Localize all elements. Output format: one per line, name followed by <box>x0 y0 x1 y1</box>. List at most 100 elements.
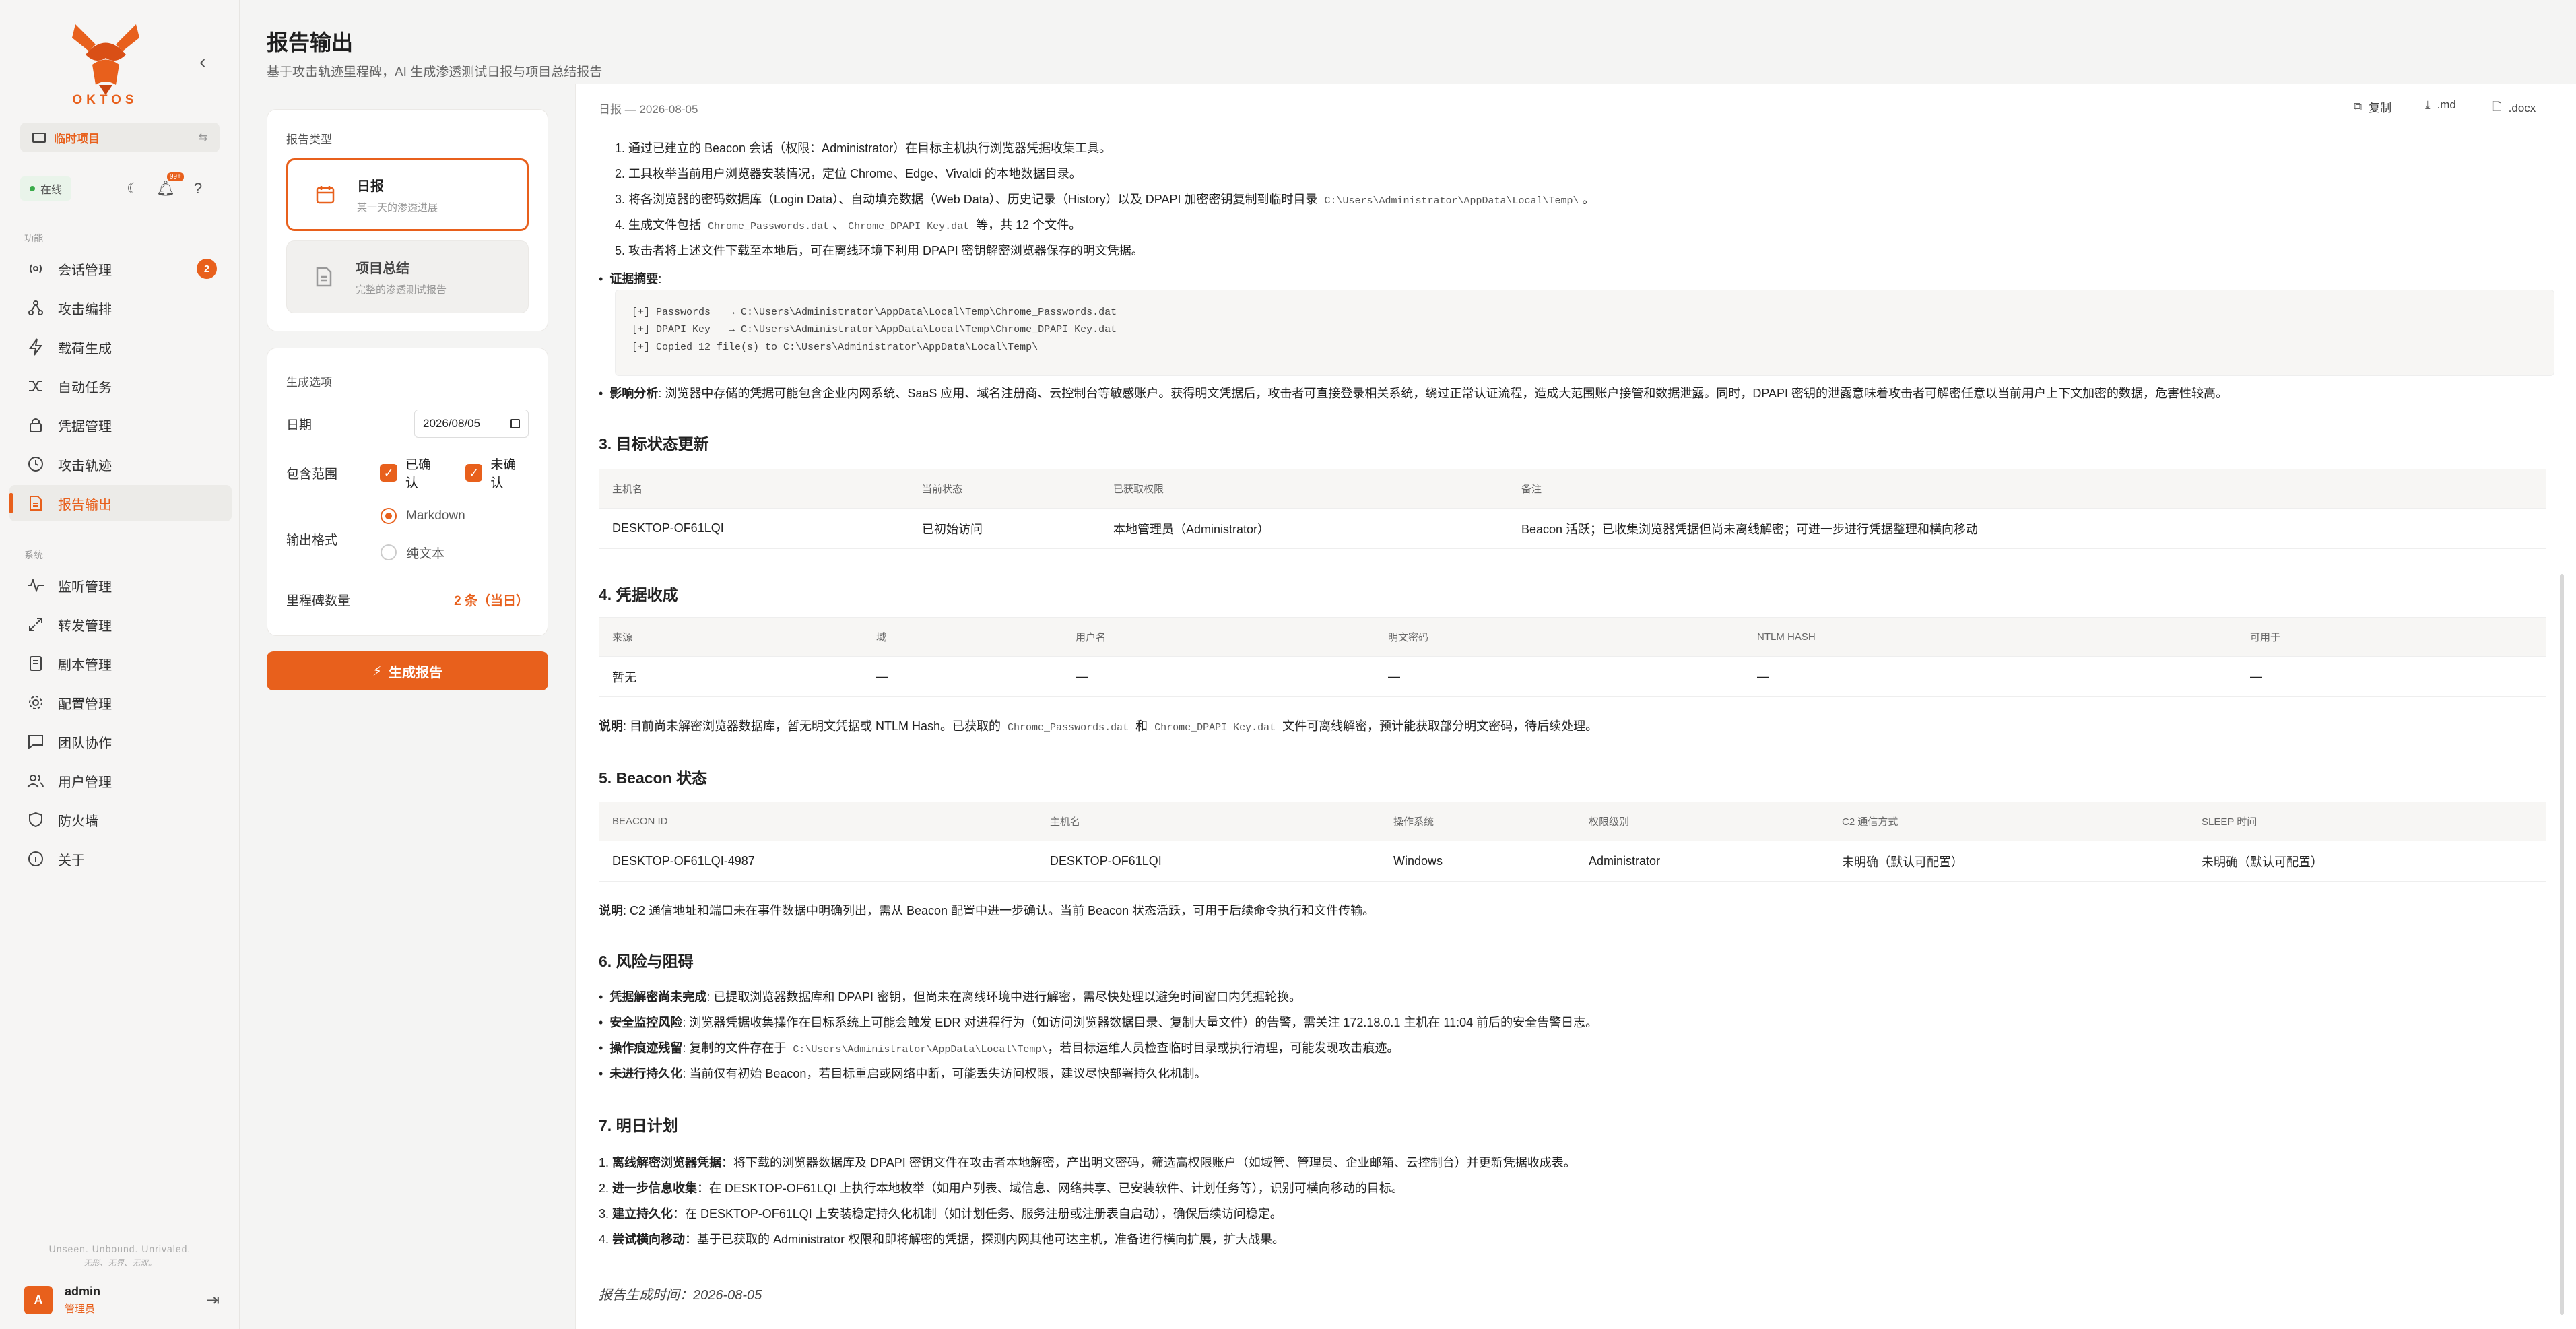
scope-label: 包含范围 <box>286 467 338 482</box>
table-cell: DESKTOP-OF61LQI <box>1036 841 1380 882</box>
shield-icon <box>24 810 47 830</box>
plan-number: 3. <box>599 1207 609 1221</box>
nav-forwarding[interactable]: 转发管理 <box>9 606 232 643</box>
risk-text-end: ，若目标运维人员检查临时目录或执行清理，可能发现攻击痕迹。 <box>1047 1041 1399 1055</box>
radio-icon <box>381 544 397 560</box>
nav-about[interactable]: 关于 <box>9 841 232 877</box>
table-cell: Administrator <box>1575 841 1828 882</box>
report-type-daily[interactable]: 日报 某一天的渗透进展 <box>286 158 529 231</box>
step-3-end: 。 <box>1582 193 1595 206</box>
project-selector[interactable]: 临时项目 ⇆ <box>20 123 220 152</box>
nav-attack-trace[interactable]: 攻击轨迹 <box>9 446 232 482</box>
scope-unconfirmed-checkbox[interactable]: ✓ 未确认 <box>465 455 529 491</box>
document-icon: 🗋︎ <box>2492 100 2502 113</box>
nav-payload[interactable]: 载荷生成 <box>9 329 232 365</box>
scope-confirmed-checkbox[interactable]: ✓ 已确认 <box>380 455 443 491</box>
step-2: 2. 工具枚举当前用户浏览器安装情况，定位 Chrome、Edge、Vivald… <box>615 167 1082 181</box>
table-header: NTLM HASH <box>1744 617 2237 657</box>
sessions-badge: 2 <box>197 259 217 279</box>
report-type-label: 报告类型 <box>286 133 332 146</box>
clock-icon <box>24 454 47 474</box>
nav-label: 关于 <box>58 853 85 868</box>
help-icon[interactable]: ? <box>189 179 207 198</box>
nav-label: 凭据管理 <box>58 419 112 434</box>
nav-sessions[interactable]: 会话管理 2 <box>9 251 232 287</box>
format-markdown-radio[interactable]: Markdown <box>381 503 465 529</box>
risk-title: 操作痕迹残留 <box>609 1041 683 1055</box>
download-md-button[interactable]: ⤓ .md <box>2425 98 2456 112</box>
download-docx-button[interactable]: 🗋︎ .docx <box>2492 98 2536 118</box>
bolt-icon: ⚡︎ <box>372 663 383 679</box>
plan-title: 离线解密浏览器凭据 <box>612 1156 722 1169</box>
page-subtitle: 基于攻击轨迹里程碑，AI 生成渗透测试日报与项目总结报告 <box>267 65 603 79</box>
calendar-picker-icon <box>510 419 520 428</box>
copy-button[interactable]: ⧉ 复制 <box>2354 98 2391 115</box>
section-7-title: 7. 明日计划 <box>599 1117 678 1134</box>
moon-icon[interactable]: ☾ <box>124 179 143 198</box>
gen-options-panel: 生成选项 日期 2026/08/05 包含范围 ✓ 已确认 ✓ 未确认 输出格式… <box>267 348 548 636</box>
table-cell: — <box>863 656 1062 697</box>
nav-auto-tasks[interactable]: 自动任务 <box>9 368 232 404</box>
table-cell: Windows <box>1380 841 1575 882</box>
logout-icon[interactable]: ⇥ <box>206 1291 220 1310</box>
nav-report-output[interactable]: 报告输出 <box>9 485 232 521</box>
nav-firewall[interactable]: 防火墙 <box>9 802 232 838</box>
nav-label: 防火墙 <box>58 814 98 829</box>
table-header: 域 <box>863 617 1062 657</box>
step-1: 1. 通过已建立的 Beacon 会话（权限：Administrator）在目标… <box>615 141 1112 155</box>
milestone-row: 里程碑数量 2 条（当日） <box>286 588 529 611</box>
plan-text: ：在 DESKTOP-OF61LQI 上执行本地枚举（如用户列表、域信息、网络共… <box>697 1181 1403 1195</box>
nav-playbooks[interactable]: 剧本管理 <box>9 645 232 682</box>
generate-report-button[interactable]: ⚡︎ 生成报告 <box>267 651 548 690</box>
plan-title: 进一步信息收集 <box>612 1181 698 1195</box>
users-icon <box>24 771 47 791</box>
code-line: [+] DPAPI Key → C:\Users\Administrator\A… <box>632 324 1117 335</box>
report-preview: 日报 — 2026-08-05 ⧉ 复制 ⤓ .md 🗋︎ .docx 1. 通过已建… <box>575 84 2576 1329</box>
inline-code: Chrome_DPAPI Key.dat <box>1154 722 1276 734</box>
report-type-title: 日报 <box>357 179 384 194</box>
date-input[interactable]: 2026/08/05 <box>414 410 529 438</box>
risk-title: 凭据解密尚未完成 <box>609 990 707 1004</box>
scrollbar-thumb[interactable] <box>2560 574 2564 1315</box>
nav-attack-orchestration[interactable]: 攻击编排 <box>9 290 232 326</box>
calendar-icon <box>315 183 335 206</box>
risk-title: 未进行持久化 <box>609 1067 683 1080</box>
code-line: [+] Copied 12 file(s) to C:\Users\Admini… <box>632 342 1038 353</box>
pulse-icon <box>24 575 47 595</box>
table-header: 权限级别 <box>1575 802 1828 841</box>
report-toolbar: 日报 — 2026-08-05 ⧉ 复制 ⤓ .md 🗋︎ .docx <box>576 84 2576 133</box>
copy-label: 复制 <box>2369 102 2392 115</box>
risk-item: • 安全监控风险: 浏览器凭据收集操作在目标系统上可能会触发 EDR 对进程行为… <box>599 1016 1598 1029</box>
risk-text: : 已提取浏览器数据库和 DPAPI 密钥，但尚未在离线环境中进行解密，需尽快处… <box>706 990 1301 1004</box>
inline-code: Chrome_Passwords.dat <box>708 221 830 232</box>
collapse-sidebar-button[interactable]: ‹ <box>199 51 205 73</box>
monitor-icon <box>32 132 46 143</box>
bell-icon[interactable]: 🔔︎ <box>156 179 175 198</box>
table-cell: 未明确（默认可配置） <box>2188 841 2546 882</box>
graph-icon <box>24 298 47 318</box>
nav-config[interactable]: 配置管理 <box>9 684 232 721</box>
nav-credentials[interactable]: 凭据管理 <box>9 407 232 443</box>
nav-listeners[interactable]: 监听管理 <box>9 567 232 604</box>
section-3-title: 3. 目标状态更新 <box>599 435 709 453</box>
table-header: 主机名 <box>599 469 909 509</box>
format-row: 输出格式 Markdown 纯文本 <box>286 503 529 577</box>
section-6-title: 6. 风险与阻碍 <box>599 952 694 970</box>
nav-users[interactable]: 用户管理 <box>9 763 232 799</box>
expand-icon <box>24 614 47 635</box>
plan-item: 1. 离线解密浏览器凭据：将下载的浏览器数据库及 DPAPI 密钥文件在攻击者本… <box>599 1153 1576 1171</box>
copy-icon: ⧉ <box>2354 100 2363 113</box>
download-icon: ⤓ <box>2425 98 2431 111</box>
table-header: 来源 <box>599 617 863 657</box>
table-header: BEACON ID <box>599 802 1036 841</box>
note-label: 说明 <box>599 719 623 733</box>
table-row: 暂无 — — — — — <box>599 656 2546 697</box>
book-icon <box>24 653 47 674</box>
project-name: 临时项目 <box>54 132 100 145</box>
report-type-summary[interactable]: 项目总结 完整的渗透测试报告 <box>286 240 529 313</box>
table-cell: — <box>1062 656 1375 697</box>
nav-team[interactable]: 团队协作 <box>9 723 232 760</box>
code-line: [+] Passwords → C:\Users\Administrator\A… <box>632 306 1117 318</box>
format-text-radio[interactable]: 纯文本 <box>381 540 465 565</box>
plan-title: 建立持久化 <box>612 1207 673 1221</box>
